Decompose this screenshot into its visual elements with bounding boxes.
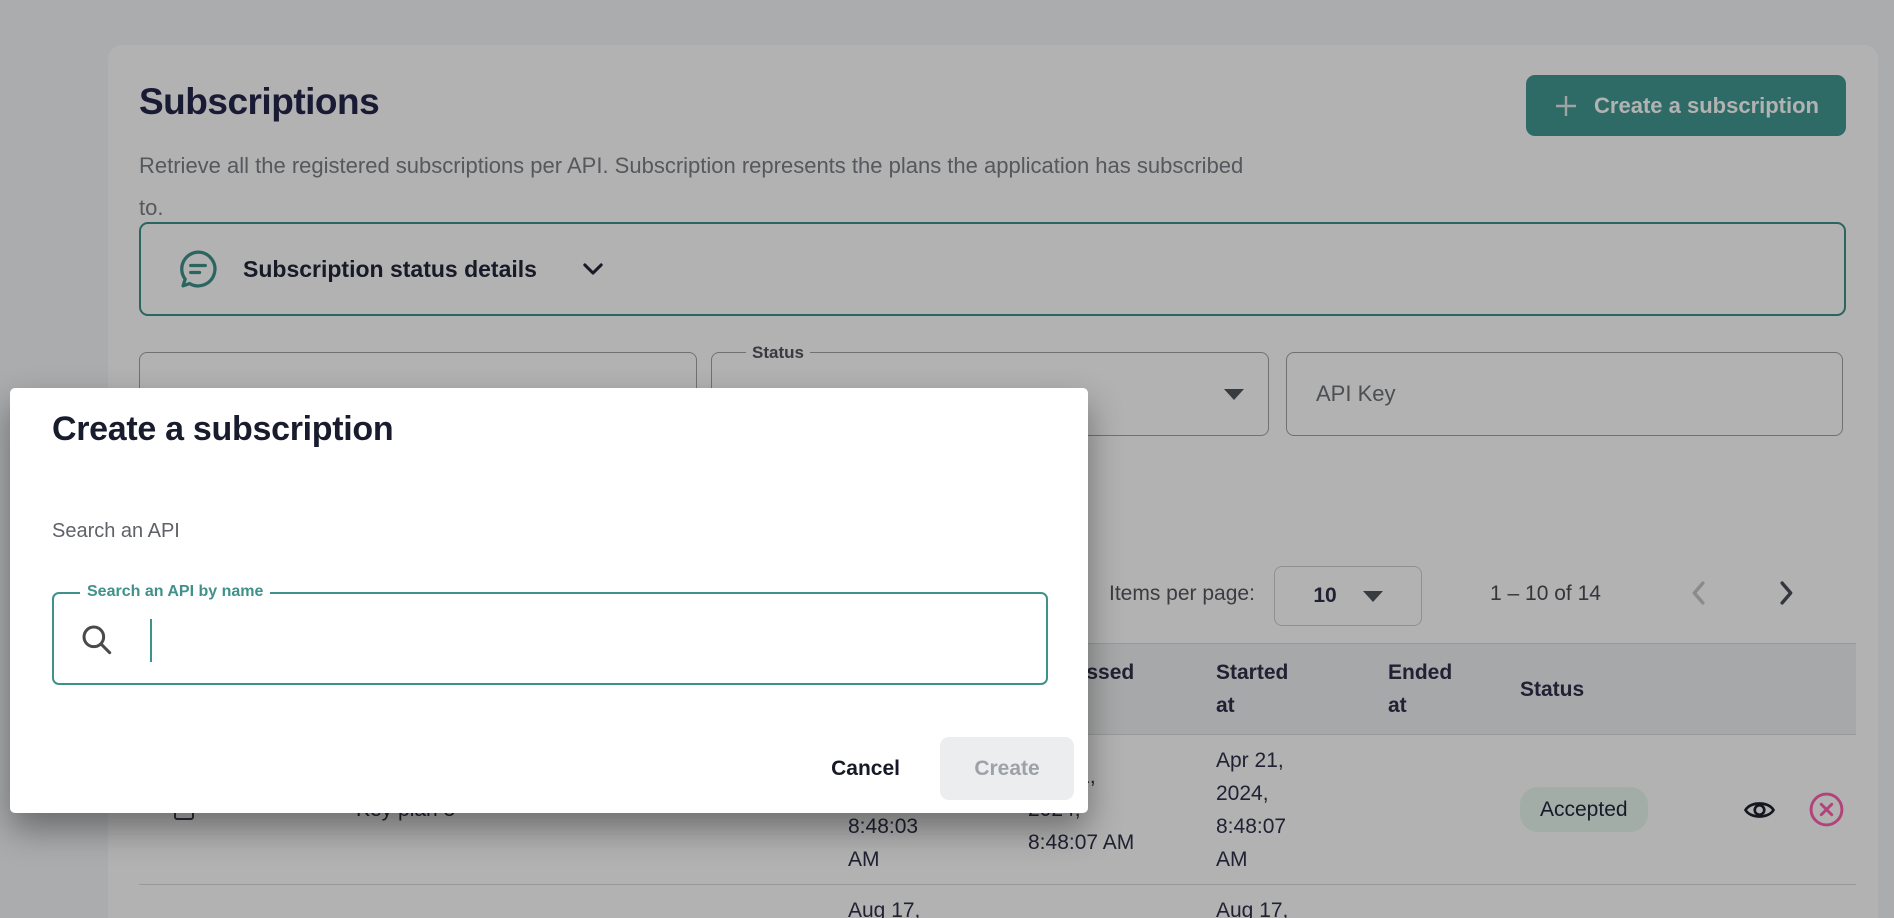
search-api-field-label: Search an API by name xyxy=(80,583,270,601)
search-api-section-label: Search an API xyxy=(52,520,180,543)
create-button[interactable]: Create xyxy=(940,737,1074,800)
search-api-field[interactable]: Search an API by name xyxy=(52,592,1048,685)
search-api-input[interactable] xyxy=(158,604,1018,674)
cancel-button[interactable]: Cancel xyxy=(831,757,900,781)
modal-title: Create a subscription xyxy=(52,410,393,449)
create-subscription-modal: Create a subscription Search an API Sear… xyxy=(10,388,1088,813)
text-cursor xyxy=(150,619,152,662)
search-icon xyxy=(78,621,116,659)
modal-actions: Cancel Create xyxy=(831,737,1074,800)
